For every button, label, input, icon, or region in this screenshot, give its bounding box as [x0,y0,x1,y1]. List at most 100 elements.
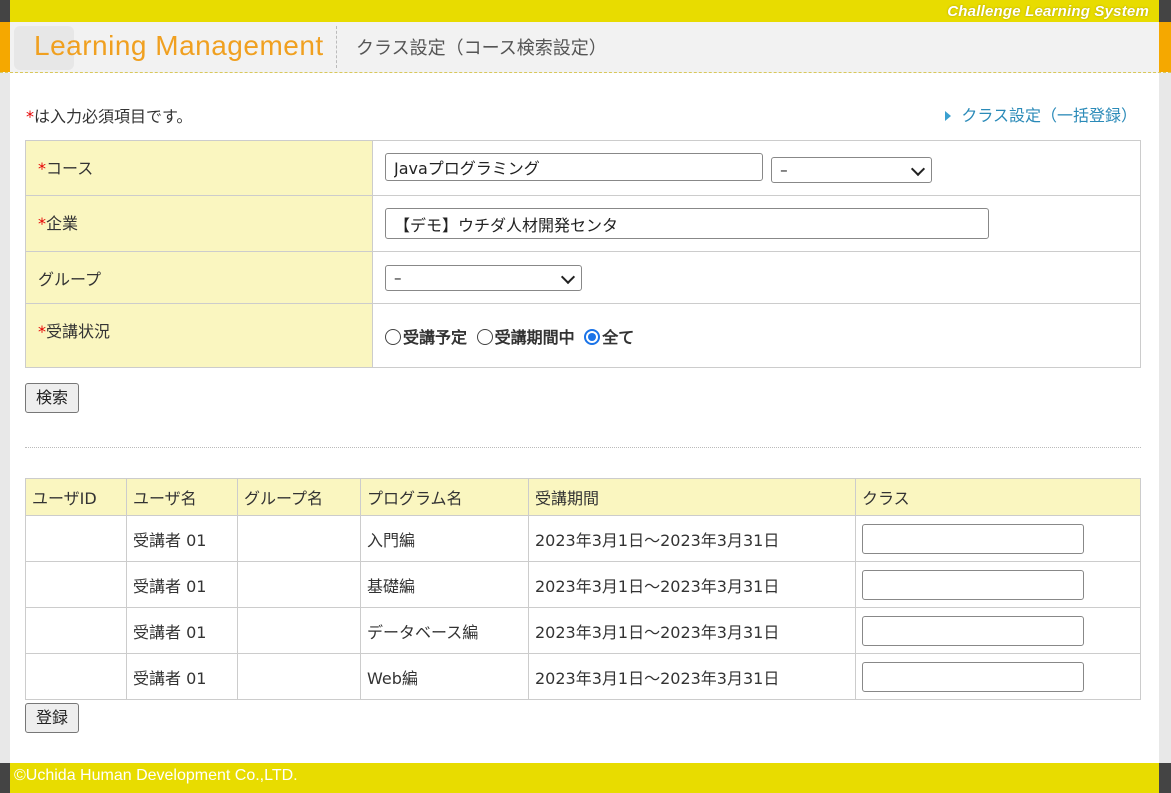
cell-group [237,515,361,562]
course-label-cell: *コース [25,140,373,196]
required-notice: *は入力必須項目です。 [26,103,192,127]
footer-edge-left [0,763,10,793]
system-name: Challenge Learning System [947,3,1149,20]
company-label-cell: *企業 [25,195,373,252]
cell-class [855,607,1141,654]
header-accent-left [0,22,10,72]
header-class: クラス [855,478,1141,516]
header-user-name: ユーザ名 [126,478,238,516]
cell-period: 2023年3月1日〜2023年3月31日 [528,607,856,654]
cell-group [237,607,361,654]
cell-user-name: 受講者 01 [126,561,238,608]
search-form-table: *コース – *企業 グループ – *受講状況 [25,140,1141,368]
search-button[interactable]: 検索 [25,383,80,413]
footer-edge-right [1159,763,1171,793]
cell-period: 2023年3月1日〜2023年3月31日 [528,653,856,700]
cell-user-id [25,515,127,562]
cell-group [237,561,361,608]
course-value-cell: – [372,140,1141,196]
course-label: コース [46,159,94,178]
company-label: 企業 [46,214,79,233]
course-select[interactable]: – [771,156,933,183]
cell-user-name: 受講者 01 [126,515,238,562]
page-title: クラス設定（コース検索設定） [356,38,607,59]
table-row: 受講者 01 Web編 2023年3月1日〜2023年3月31日 [25,653,1141,700]
group-value-cell: – [372,251,1141,304]
course-select-value: – [780,160,788,179]
status-option-in-progress[interactable]: 受講期間中 [476,327,575,347]
radio-button[interactable] [385,328,401,345]
required-star: * [38,214,46,233]
app-logo: Learning Management [34,30,324,61]
cell-class [855,561,1141,608]
header-user-id: ユーザID [25,478,127,516]
cell-group [237,653,361,700]
cell-user-name: 受講者 01 [126,607,238,654]
required-notice-text: は入力必須項目です。 [34,107,193,126]
table-row: 受講者 01 データベース編 2023年3月1日〜2023年3月31日 [25,607,1141,654]
cell-period: 2023年3月1日〜2023年3月31日 [528,561,856,608]
footer: ©Uchida Human Development Co.,LTD. [0,763,1171,793]
group-select-value: – [394,268,402,287]
section-divider [25,447,1141,448]
class-input[interactable] [862,661,1084,692]
status-radio-group: 受講予定 受講期間中 全て [372,303,1141,368]
cell-user-name: 受講者 01 [126,653,238,700]
top-bar-edge-left [0,0,10,22]
cell-user-id [25,607,127,654]
radio-button-selected[interactable] [584,328,601,345]
cell-class [855,515,1141,562]
group-label-cell: グループ [25,251,373,304]
register-button[interactable]: 登録 [25,703,80,733]
status-option-all[interactable]: 全て [584,328,634,347]
radio-button[interactable] [476,328,493,345]
status-option-label: 受講予定 [403,327,468,347]
form-row-company: *企業 [25,195,1141,252]
company-value-cell [372,195,1141,252]
status-option-label: 受講期間中 [494,327,575,347]
cell-user-id [25,561,127,608]
header-group-name: グループ名 [237,478,361,516]
status-option-scheduled[interactable]: 受講予定 [385,328,467,347]
result-table: ユーザID ユーザ名 グループ名 プログラム名 受講期間 クラス 受講者 01 … [25,478,1141,700]
form-row-status: *受講状況 受講予定 受講期間中 全て [25,303,1141,368]
required-star: * [38,159,46,178]
cell-program: データベース編 [360,607,529,654]
chevron-down-icon [911,161,926,176]
status-option-label: 全て [602,327,635,347]
triangle-right-icon [945,110,952,121]
required-star: * [38,322,46,341]
cell-user-id [25,653,127,700]
chevron-down-icon [560,269,576,284]
group-select[interactable]: – [385,264,582,291]
status-label-cell: *受講状況 [25,303,373,368]
header-program-name: プログラム名 [360,478,529,516]
cell-program: Web編 [360,653,529,700]
table-header-row: ユーザID ユーザ名 グループ名 プログラム名 受講期間 クラス [25,478,1141,516]
cell-class [855,653,1141,700]
form-row-course: *コース – [25,140,1141,196]
company-input[interactable] [385,208,989,239]
status-label: 受講状況 [46,322,111,341]
top-bar-edge-right [1159,0,1171,22]
form-row-group: グループ – [25,251,1141,304]
header-accent-right [1159,22,1171,72]
bulk-register-link[interactable]: クラス設定（一括登録） [945,102,1137,126]
header: Learning Management クラス設定（コース検索設定） [0,22,1171,73]
copyright: ©Uchida Human Development Co.,LTD. [14,767,298,784]
cell-period: 2023年3月1日〜2023年3月31日 [528,515,856,562]
course-input[interactable] [385,153,763,182]
cell-program: 入門編 [360,515,529,562]
required-star: * [26,107,34,126]
bulk-register-link-text: クラス設定（一括登録） [961,106,1137,125]
header-divider [336,26,337,68]
table-row: 受講者 01 基礎編 2023年3月1日〜2023年3月31日 [25,561,1141,608]
table-row: 受講者 01 入門編 2023年3月1日〜2023年3月31日 [25,515,1141,562]
cell-program: 基礎編 [360,561,529,608]
header-period: 受講期間 [528,478,856,516]
class-input[interactable] [862,523,1084,554]
group-label: グループ [38,270,102,289]
top-bar: Challenge Learning System [0,0,1171,22]
class-input[interactable] [862,615,1084,646]
class-input[interactable] [862,569,1084,600]
